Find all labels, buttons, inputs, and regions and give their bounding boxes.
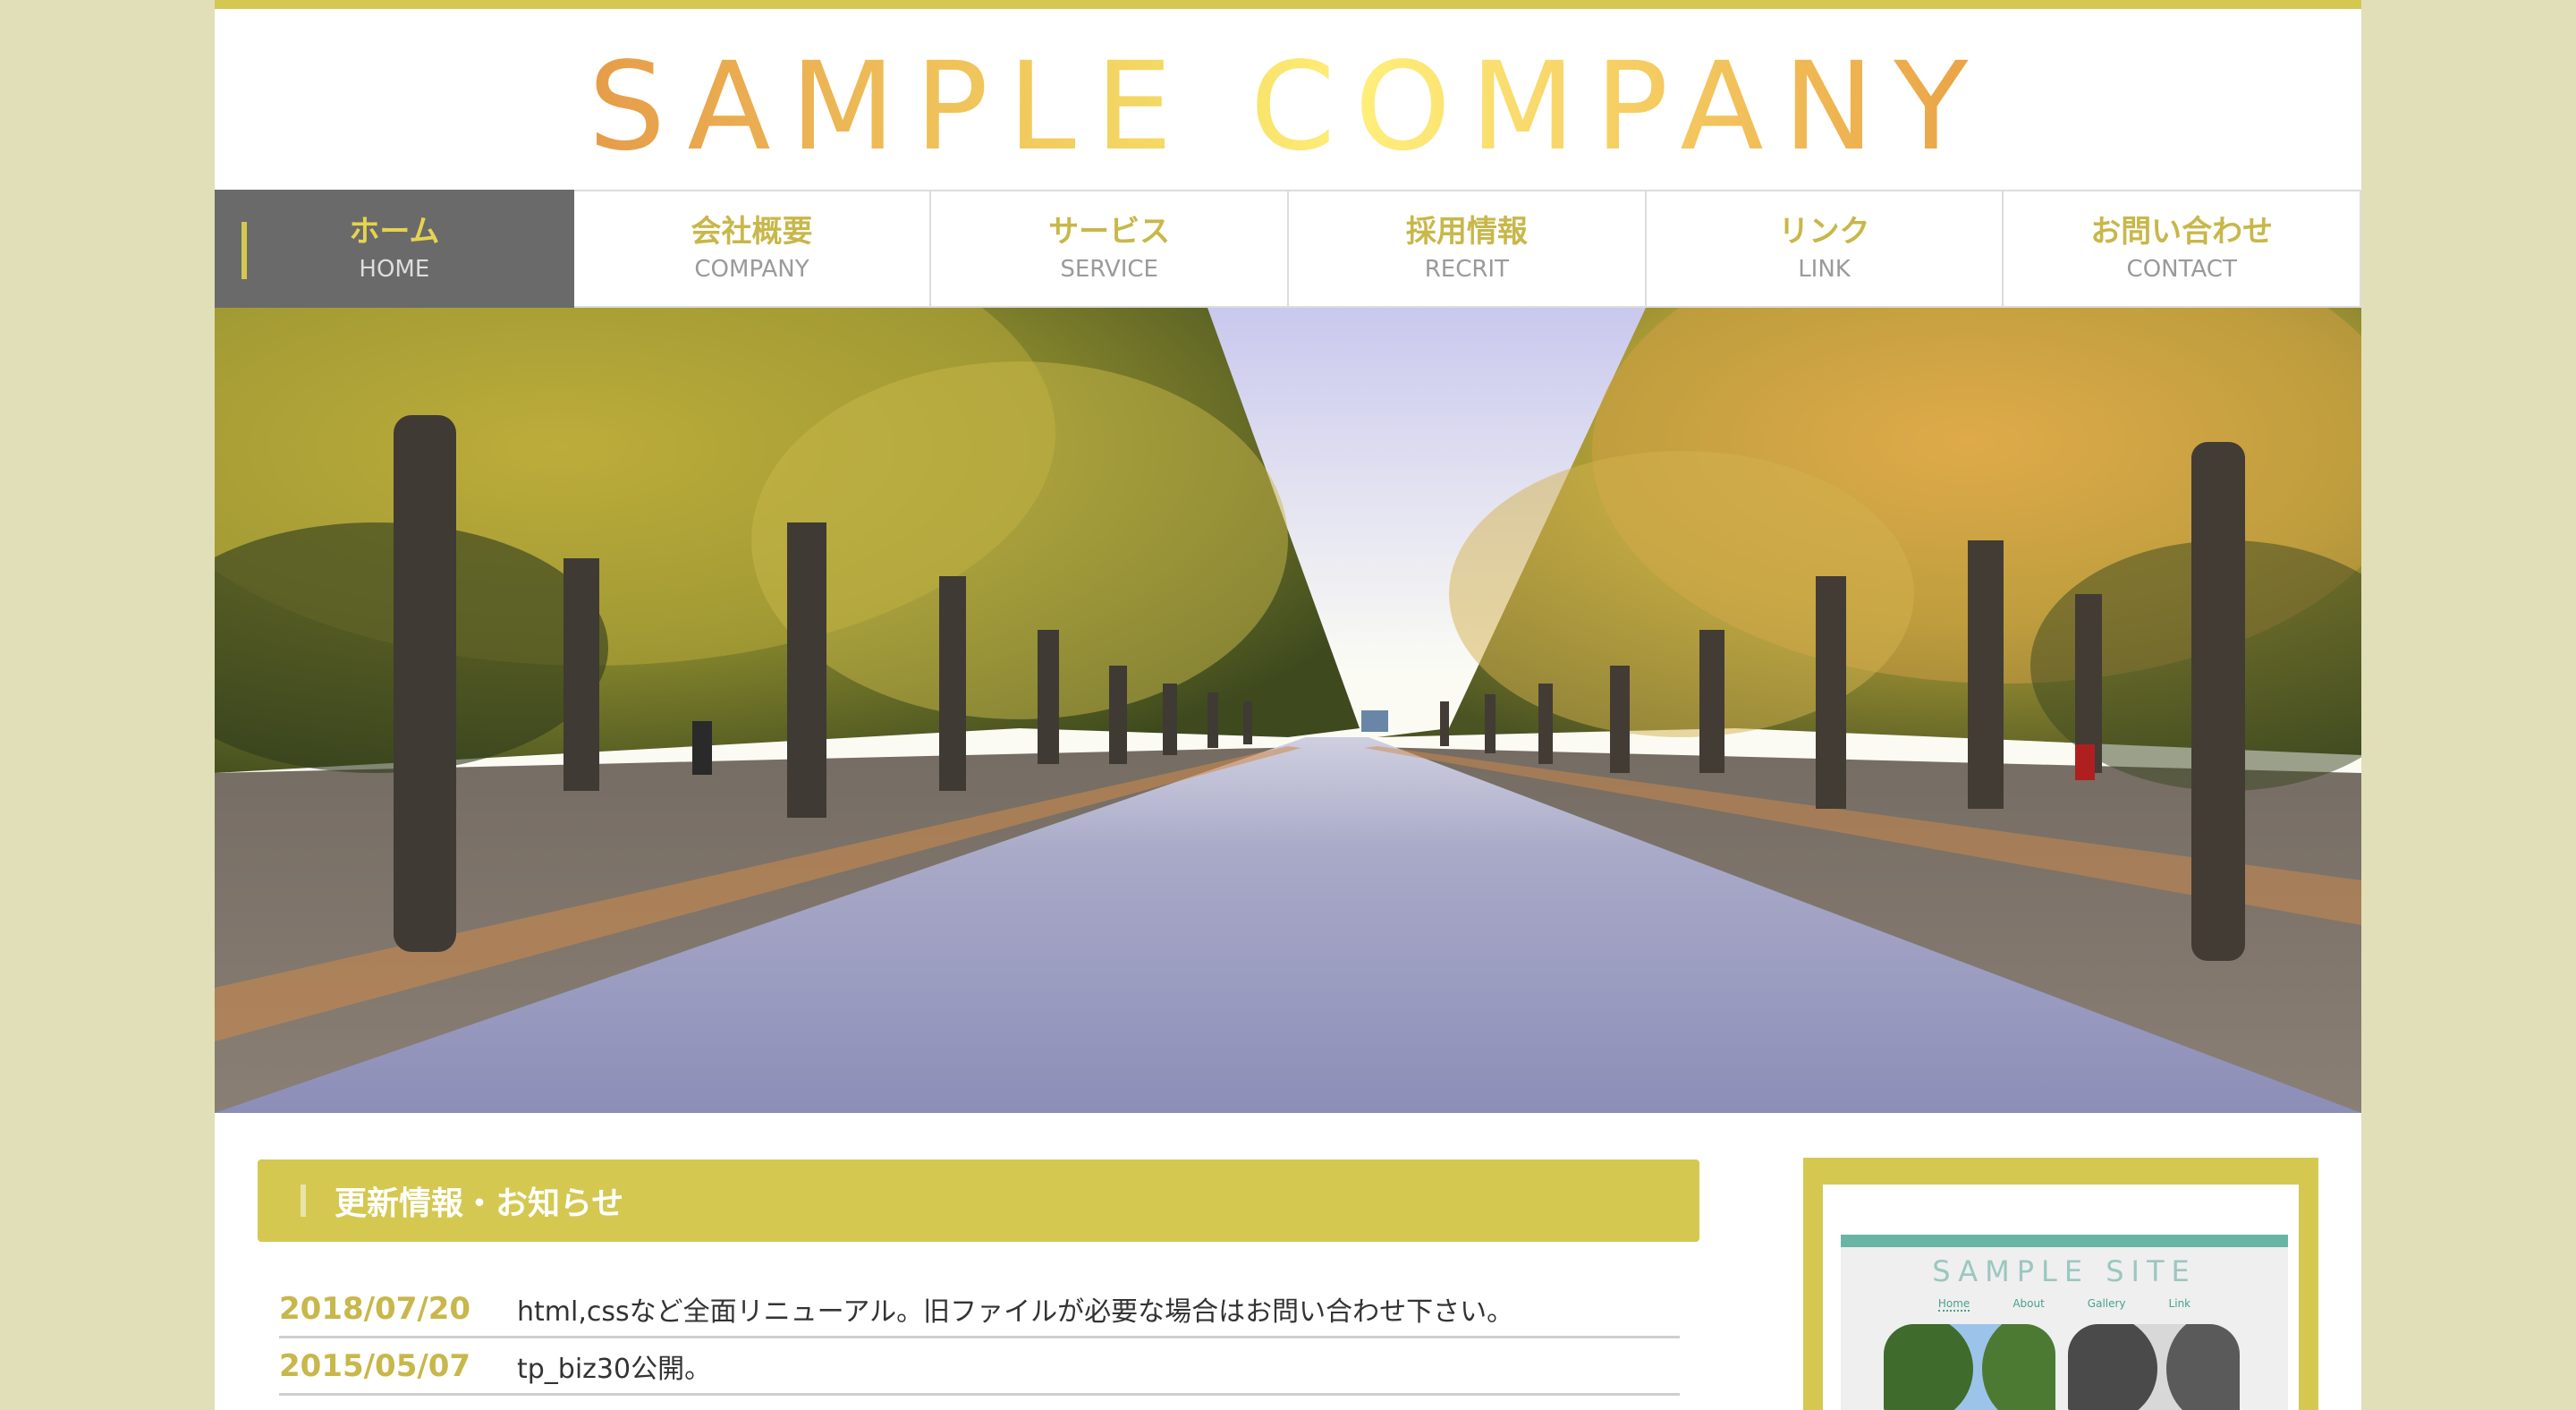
sidebar-banner[interactable]: SAMPLE SITE Home About Gallery Link [1803,1158,2318,1410]
hero-image [215,308,2361,1113]
global-nav: ホーム HOME 会社概要 COMPANY サービス SERVICE 採用情報 … [215,190,2361,308]
site-logo[interactable]: SAMPLE COMPANY [215,36,2361,179]
nav-label-en: SERVICE [1060,256,1158,283]
thumbnail-top-bar [1841,1235,2288,1247]
thumbnail-nav-item: About [2012,1297,2045,1310]
nav-label-jp: 会社概要 [691,214,813,250]
nav-label-en: LINK [1798,256,1851,283]
nav-item-home[interactable]: ホーム HOME [215,190,574,308]
news-list: 2018/07/20 html,cssなど全面リニューアル。旧ファイルが必要な場… [258,1281,1680,1396]
site-thumbnail: SAMPLE SITE Home About Gallery Link [1841,1235,2288,1410]
nav-item-contact[interactable]: お問い合わせ CONTACT [2004,190,2361,308]
news-section: 更新情報・お知らせ 2018/07/20 html,cssなど全面リニューアル。… [258,1159,1699,1396]
nav-item-company[interactable]: 会社概要 COMPANY [573,190,932,308]
news-date: 2018/07/20 [279,1290,471,1327]
nav-label-jp: リンク [1778,214,1870,250]
hero-photo [215,308,2361,1113]
nav-label-en: COMPANY [694,256,809,283]
thumbnail-site-title: SAMPLE SITE [1932,1254,2197,1288]
thumbnail-photo-mono [2068,1324,2240,1410]
news-heading-bar: 更新情報・お知らせ [258,1159,1699,1242]
nav-item-recruit[interactable]: 採用情報 RECRIT [1289,190,1647,308]
nav-label-en: RECRIT [1424,256,1509,283]
thumbnail-nav: Home About Gallery Link [1841,1297,2288,1312]
news-text: html,cssなど全面リニューアル。旧ファイルが必要な場合はお問い合わせ下さい… [517,1295,1514,1328]
nav-label-en: HOME [359,256,430,283]
thumbnail-nav-item: Link [2168,1297,2191,1310]
news-item: 2015/05/07 tp_biz30公開。 [279,1338,1680,1396]
thumbnail-nav-item: Gallery [2087,1297,2126,1310]
thumbnail-photo-color [1884,1324,2055,1410]
heading-marker [301,1185,306,1217]
news-date: 2015/05/07 [279,1347,471,1384]
news-heading: 更新情報・お知らせ [335,1185,624,1222]
nav-label-jp: ホーム [349,214,440,250]
nav-item-link[interactable]: リンク LINK [1646,190,2004,308]
nav-label-jp: 採用情報 [1405,214,1528,250]
nav-label-en: CONTACT [2126,256,2237,283]
nav-label-jp: サービス [1048,214,1171,250]
nav-label-jp: お問い合わせ [2090,214,2274,250]
news-item: 2018/07/20 html,cssなど全面リニューアル。旧ファイルが必要な場… [279,1281,1680,1338]
nav-item-service[interactable]: サービス SERVICE [931,190,1290,308]
top-accent-bar [215,0,2361,9]
thumbnail-nav-item: Home [1937,1297,1970,1312]
site-header: SAMPLE COMPANY [215,9,2361,188]
page: SAMPLE COMPANY ホーム HOME 会社概要 COMPANY サービ… [215,0,2361,1410]
banner-frame: SAMPLE SITE Home About Gallery Link [1823,1185,2299,1410]
news-text: tp_biz30公開。 [517,1353,712,1385]
